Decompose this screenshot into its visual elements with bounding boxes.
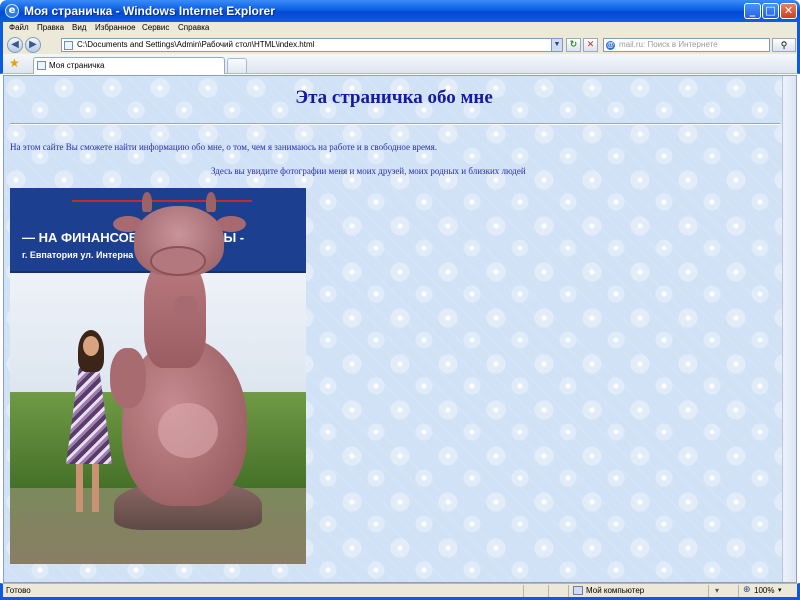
photo-with-cow-statue: — НА ФИНАНСОВО КЕ УКРАИНЫ - г. Евпатория…	[10, 188, 306, 564]
refresh-button[interactable]: ↻	[566, 38, 581, 52]
address-url[interactable]: C:\Documents and Settings\Admin\Рабочий …	[77, 40, 314, 49]
cow-belly	[158, 403, 218, 458]
status-bar: Готово Мой компьютер ▾ ⊕ 100% ▾	[0, 583, 800, 600]
status-separator	[568, 585, 569, 597]
billboard-stripe	[72, 200, 252, 202]
search-input[interactable]: mail.ru: Поиск в Интернете	[619, 40, 718, 49]
menu-item-view[interactable]: Вид	[72, 23, 86, 32]
address-bar[interactable]: C:\Documents and Settings\Admin\Рабочий …	[61, 38, 563, 52]
horizontal-rule	[10, 123, 780, 125]
search-box[interactable]: @ mail.ru: Поиск в Интернете	[603, 38, 770, 52]
page-viewport: Эта страничка обо мне На этом сайте Вы с…	[3, 75, 797, 583]
address-dropdown-icon[interactable]: ▼	[551, 39, 562, 51]
page-icon	[64, 41, 73, 50]
forward-button[interactable]: ▶	[25, 37, 41, 53]
status-separator	[738, 585, 739, 597]
zoom-dropdown-icon[interactable]: ▾	[778, 586, 782, 594]
zoom-level[interactable]: 100%	[754, 586, 774, 595]
page-title: Эта страничка обо мне	[295, 87, 493, 108]
tab-label: Моя страничка	[49, 61, 105, 70]
menu-item-edit[interactable]: Правка	[37, 23, 64, 32]
tab-bar: ★ Моя страничка	[0, 54, 800, 74]
status-separator	[548, 585, 549, 597]
protected-mode-icon: ▾	[715, 586, 720, 595]
maximize-button[interactable]: □	[762, 3, 779, 19]
back-button[interactable]: ◀	[7, 37, 23, 53]
vertical-scrollbar[interactable]	[782, 76, 796, 582]
photos-note: Здесь вы увидите фотографии меня и моих …	[211, 166, 526, 176]
window-title: Моя страничка - Windows Internet Explore…	[24, 4, 275, 18]
cow-arm	[110, 348, 146, 408]
favorites-star-icon[interactable]: ★	[9, 57, 20, 70]
menu-bar: Файл Правка Вид Избранное Сервис Справка	[0, 22, 800, 36]
ie-icon: e	[5, 4, 19, 18]
security-zone[interactable]: Мой компьютер	[586, 586, 644, 595]
minimize-button[interactable]: _	[744, 3, 761, 19]
mail-ru-logo-icon: @	[606, 41, 615, 50]
cow-horn-left	[142, 192, 152, 212]
girl-leg-left	[76, 462, 83, 512]
girl-face	[83, 336, 99, 356]
title-bar: e Моя страничка - Windows Internet Explo…	[0, 0, 800, 22]
intro-text: На этом сайте Вы сможете найти информаци…	[10, 142, 438, 152]
page-icon	[37, 61, 46, 70]
cow-horn-right	[206, 192, 216, 212]
status-text: Готово	[6, 586, 31, 595]
status-separator	[708, 585, 709, 597]
computer-icon	[573, 586, 583, 595]
zoom-icon[interactable]: ⊕	[743, 585, 751, 595]
cow-bell	[175, 296, 197, 320]
close-button[interactable]: ✕	[780, 3, 797, 19]
new-tab-button[interactable]	[227, 58, 247, 73]
search-button[interactable]: ⚲	[772, 38, 796, 52]
navigation-bar: ◀ ▶ C:\Documents and Settings\Admin\Рабо…	[0, 36, 800, 54]
menu-item-favorites[interactable]: Избранное	[95, 23, 136, 32]
stop-button[interactable]: ✕	[583, 38, 598, 52]
menu-item-help[interactable]: Справка	[178, 23, 209, 32]
girl-leg-right	[92, 462, 99, 512]
cow-snout	[150, 246, 206, 276]
menu-item-tools[interactable]: Сервис	[142, 23, 169, 32]
tab-my-page[interactable]: Моя страничка	[33, 57, 225, 74]
menu-item-file[interactable]: Файл	[9, 23, 29, 32]
status-separator	[523, 585, 524, 597]
